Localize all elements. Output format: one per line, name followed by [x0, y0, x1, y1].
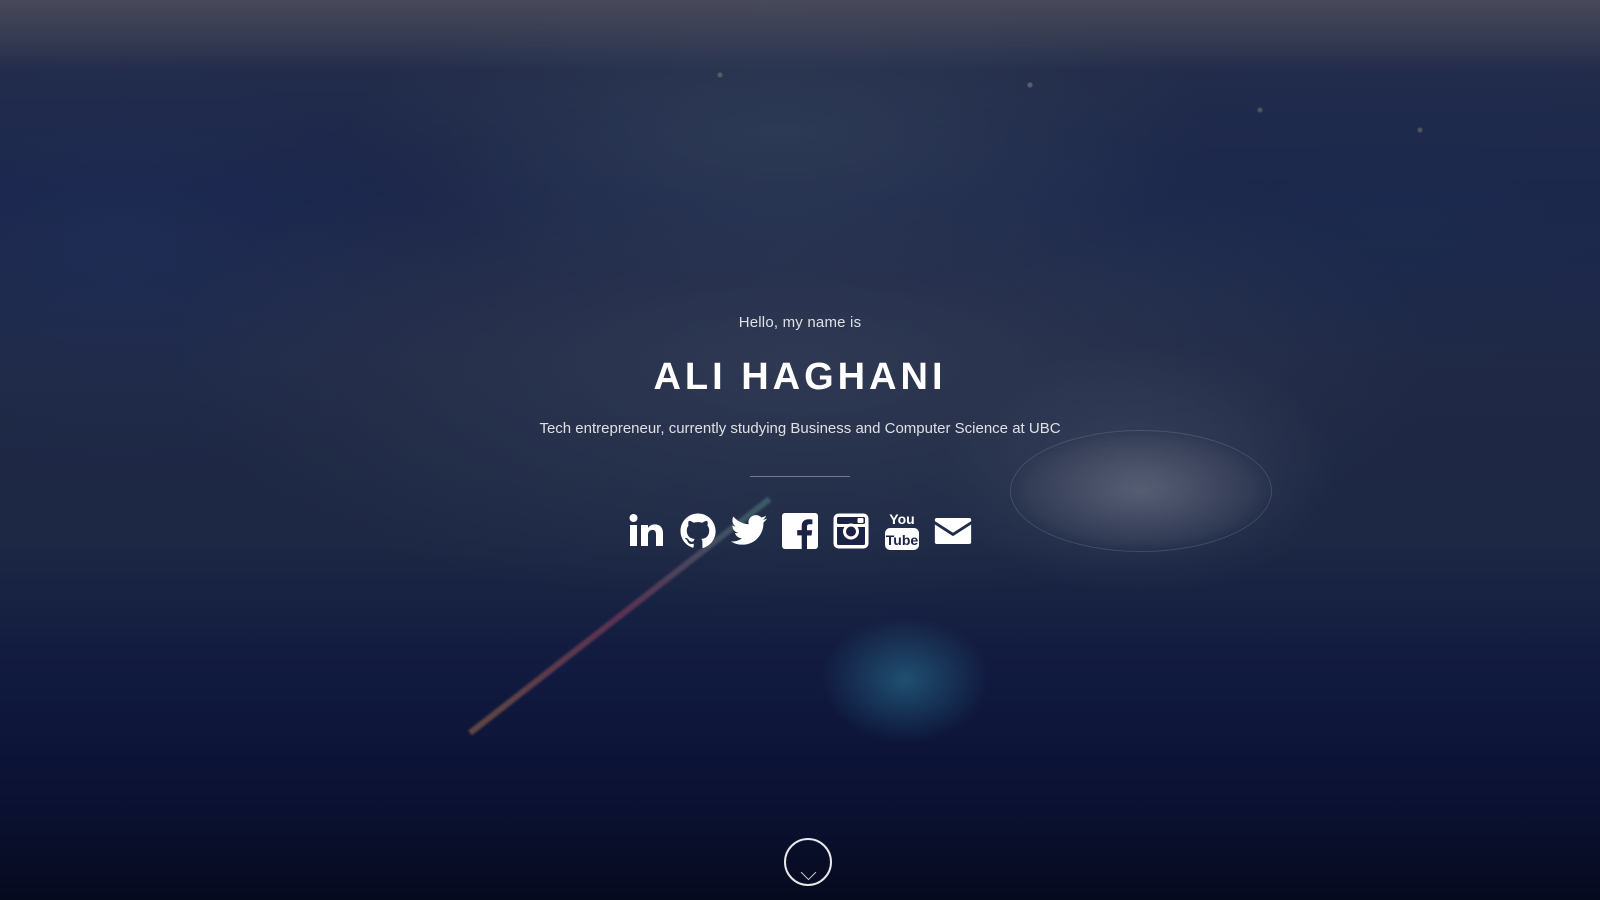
github-icon — [680, 513, 716, 548]
youtube-link[interactable]: You Tube — [883, 511, 921, 551]
twitter-icon — [730, 515, 768, 545]
scroll-down-button[interactable] — [784, 838, 832, 886]
youtube-icon: You Tube — [885, 511, 919, 550]
linkedin-icon — [629, 514, 663, 546]
background-overlay — [0, 0, 1600, 900]
social-links: You Tube — [0, 511, 1600, 551]
email-icon — [934, 518, 972, 544]
instagram-icon — [833, 513, 869, 549]
svg-text:You: You — [889, 511, 914, 527]
facebook-link[interactable] — [781, 511, 819, 551]
greeting-text: Hello, my name is — [738, 314, 862, 331]
hero-section: Hello, my name is ALI HAGHANI Tech entre… — [0, 0, 1600, 900]
email-link[interactable] — [934, 511, 972, 551]
instagram-link[interactable] — [832, 511, 870, 551]
facebook-icon — [782, 513, 818, 549]
divider — [750, 476, 850, 477]
twitter-link[interactable] — [730, 511, 768, 551]
svg-text:Tube: Tube — [886, 532, 919, 548]
person-name: ALI HAGHANI — [653, 356, 947, 398]
linkedin-link[interactable] — [628, 511, 666, 551]
chevron-down-icon — [800, 864, 816, 881]
tagline-text: Tech entrepreneur, currently studying Bu… — [539, 420, 1061, 437]
github-link[interactable] — [679, 511, 717, 551]
